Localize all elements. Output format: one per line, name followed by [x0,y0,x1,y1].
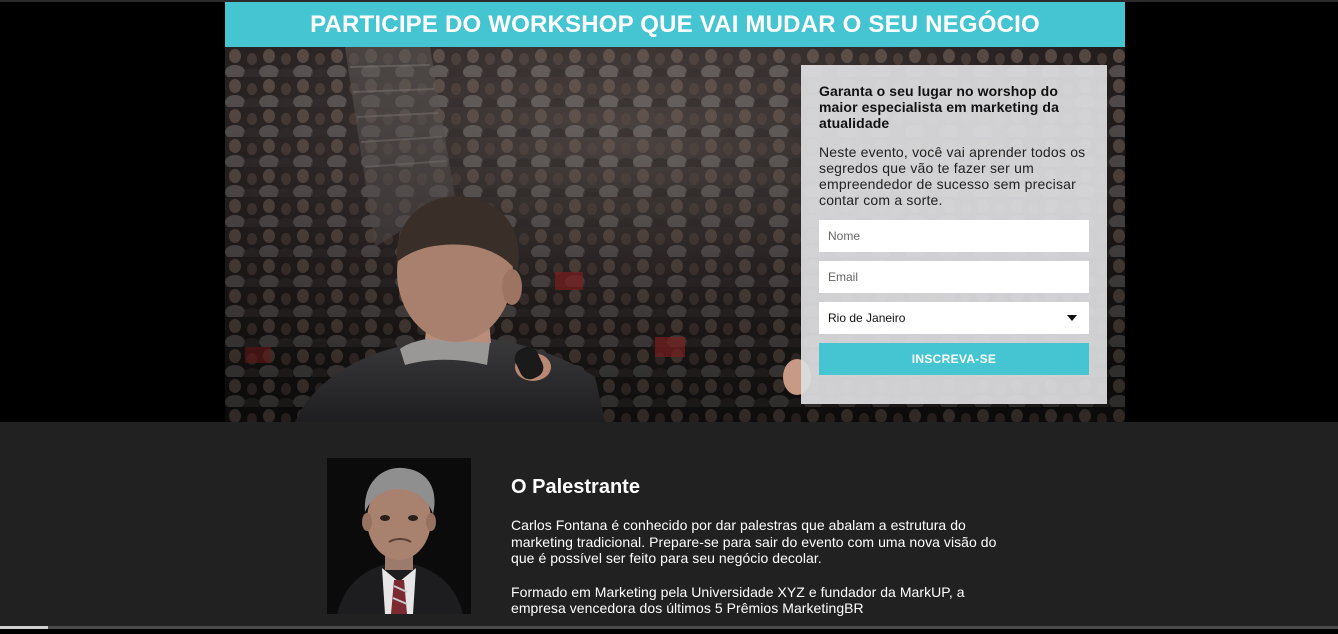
speaker-heading: O Palestrante [511,476,640,498]
speaker-portrait [327,458,471,614]
speaker-section: O Palestrante Carlos Fontana é conhecido… [0,422,1338,629]
speaker-bio-2: Formado em Marketing pela Universidade X… [511,583,965,617]
form-title: Garanta o seu lugar no worshop do maior … [819,83,1059,131]
chevron-down-icon [1067,315,1077,321]
speaker-bio-1: Carlos Fontana é conhecido por dar pales… [511,517,997,566]
subscribe-button[interactable]: INSCREVA-SE [819,343,1089,375]
city-select[interactable]: Rio de Janeiro [819,302,1089,334]
registration-form: Garanta o seu lugar no worshop do maior … [801,65,1107,404]
page-title-banner: PARTICIPE DO WORKSHOP QUE VAI MUDAR O SE… [225,2,1125,47]
email-input[interactable] [819,261,1089,293]
city-select-value: Rio de Janeiro [828,311,906,325]
speaker-info: O Palestrante Carlos Fontana é conhecido… [511,475,1021,634]
hero-section: PARTICIPE DO WORKSHOP QUE VAI MUDAR O SE… [225,2,1125,422]
form-description: Neste evento, você vai aprender todos os… [819,144,1086,208]
name-input[interactable] [819,220,1089,252]
